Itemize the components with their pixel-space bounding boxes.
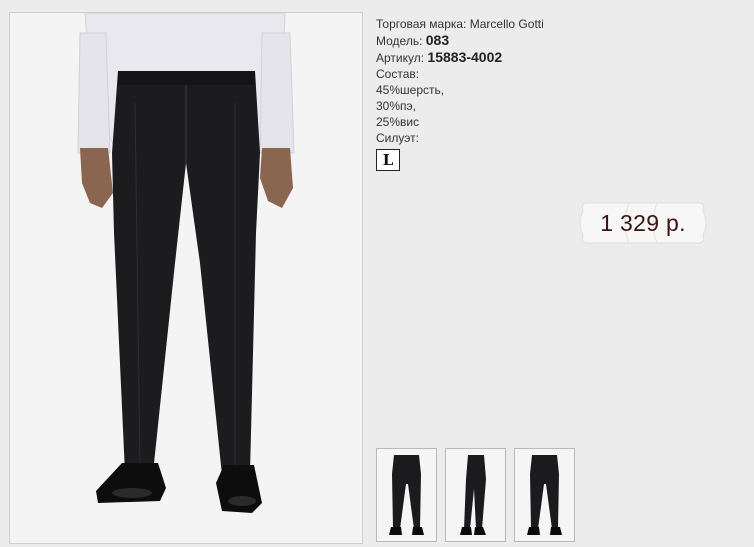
thumbnail-back[interactable] (514, 448, 575, 542)
trousers-side-thumbnail-icon (446, 449, 505, 541)
trousers-photo (10, 13, 362, 543)
main-product-image[interactable] (9, 12, 363, 544)
thumbnail-side[interactable] (445, 448, 506, 542)
brand-value: Marcello Gotti (469, 17, 544, 31)
article-label: Артикул: (376, 51, 425, 65)
model-label: Модель: (376, 34, 423, 48)
composition-item: 25%вис (376, 115, 420, 129)
price-value: 1 329 р. (600, 210, 686, 236)
silhouette-label: Силуэт: (376, 131, 419, 145)
composition-item: 45%шерсть, (376, 83, 445, 97)
brand-row: Торговая марка: Marcello Gotti (376, 16, 626, 32)
product-info: Торговая марка: Marcello Gotti Модель: 0… (376, 16, 626, 171)
price-tag: 1 329 р. (577, 201, 709, 245)
brand-label: Торговая марка: (376, 17, 467, 31)
trousers-front-thumbnail-icon (377, 449, 436, 541)
composition-label: Состав: (376, 67, 420, 81)
model-value: 083 (425, 32, 450, 48)
silhouette-badge: L (376, 149, 400, 171)
model-row: Модель: 083 (376, 32, 626, 49)
trousers-back-thumbnail-icon (515, 449, 574, 541)
article-value: 15883-4002 (427, 49, 503, 65)
thumbnail-front[interactable] (376, 448, 437, 542)
article-row: Артикул: 15883-4002 (376, 49, 626, 66)
composition-item: 30%пэ, (376, 99, 416, 113)
